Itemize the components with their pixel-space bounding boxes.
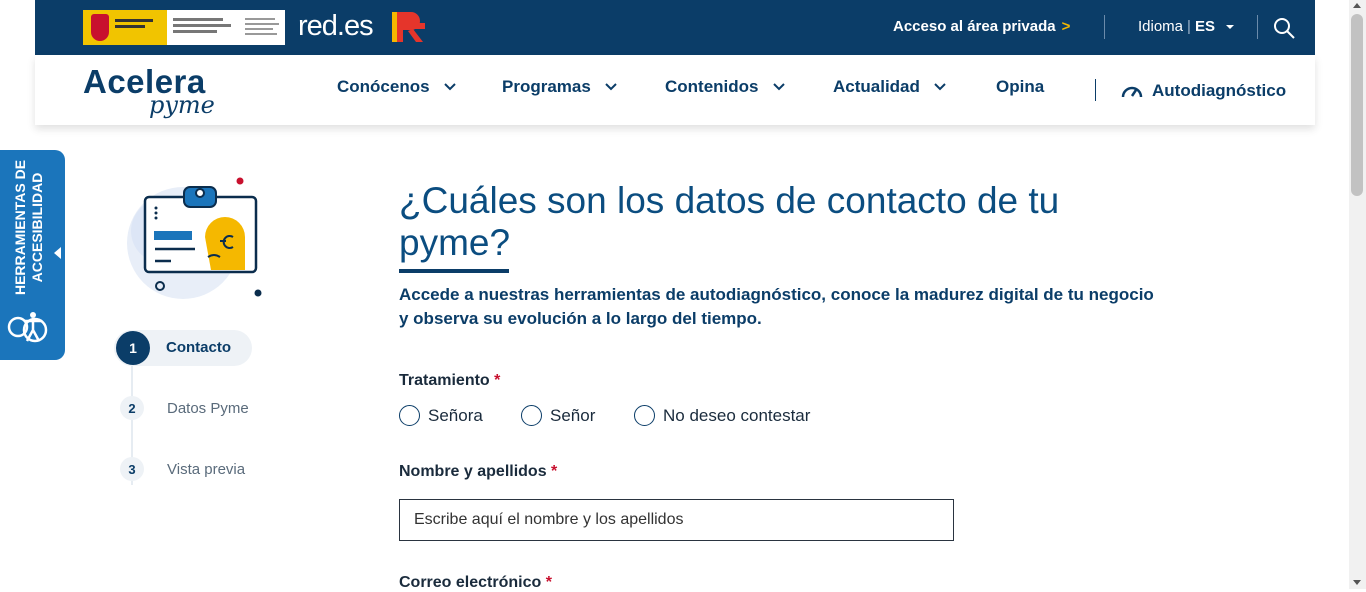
accessibility-icon: [7, 312, 48, 343]
language-selector[interactable]: Idioma | ES: [1138, 18, 1235, 35]
chevron-left-icon: [54, 247, 61, 259]
recovery-plan-logo: [392, 12, 425, 42]
radio-circle[interactable]: [634, 405, 655, 426]
step-contacto[interactable]: 1 Contacto: [114, 330, 252, 366]
main-navigation: Acelera pyme Conócenos Programas Conteni…: [35, 55, 1315, 125]
name-input[interactable]: [399, 499, 954, 541]
autodiagnostico-link[interactable]: Autodiagnóstico: [1120, 81, 1286, 101]
scroll-up-arrow-icon[interactable]: [1353, 3, 1361, 8]
divider: [1095, 79, 1096, 101]
page-scrollbar[interactable]: [1349, 0, 1366, 589]
email-label: Correo electrónico *: [399, 574, 552, 591]
divider: [1104, 15, 1105, 39]
search-icon[interactable]: [1272, 16, 1296, 40]
radio-circle[interactable]: [399, 405, 420, 426]
chevron-down-icon: [934, 83, 946, 91]
scrollbar-thumb[interactable]: [1351, 14, 1363, 196]
acelera-pyme-logo[interactable]: Acelera pyme: [83, 65, 215, 119]
chevron-down-icon: [443, 83, 456, 91]
top-bar: red.es Acceso al área privada > Idioma | ES: [35, 0, 1315, 55]
nav-item-conocenos[interactable]: Conócenos: [337, 77, 456, 97]
gauge-icon: [1121, 86, 1143, 98]
radio-senor[interactable]: Señor: [521, 405, 595, 426]
caret-down-icon: [1226, 25, 1235, 29]
redes-logo[interactable]: red.es: [298, 10, 374, 43]
chevron-down-icon: [605, 83, 617, 91]
treatment-label: Tratamiento *: [399, 372, 501, 389]
nav-item-programas[interactable]: Programas: [502, 77, 617, 97]
intro-text: Accede a nuestras herramientas de autodi…: [399, 285, 1154, 328]
scroll-down-arrow-icon[interactable]: [1353, 580, 1361, 585]
title-underline: [399, 269, 509, 273]
name-label: Nombre y apellidos *: [399, 463, 558, 480]
chevron-down-icon: [772, 83, 785, 91]
nav-item-actualidad[interactable]: Actualidad: [833, 77, 946, 97]
spain-government-emblem: [83, 10, 167, 45]
contact-card-illustration: [127, 177, 262, 299]
step-number-datos-pyme[interactable]: 2: [120, 396, 144, 420]
page-title: ¿Cuáles son los datos de contacto de tu …: [399, 180, 1060, 263]
accessibility-tools-tab[interactable]: HERRAMIENTAS DE ACCESIBILIDAD: [0, 150, 65, 360]
step-number-vista-previa[interactable]: 3: [120, 457, 144, 481]
nav-item-opina[interactable]: Opina: [996, 77, 1044, 97]
divider: [1257, 15, 1258, 39]
step-label-vista-previa[interactable]: Vista previa: [167, 461, 245, 478]
radio-senora[interactable]: Señora: [399, 405, 483, 426]
nav-item-contenidos[interactable]: Contenidos: [665, 77, 785, 97]
government-logo[interactable]: [83, 10, 285, 45]
chevron-right-icon: >: [1061, 18, 1071, 35]
radio-circle[interactable]: [521, 405, 542, 426]
private-area-link[interactable]: Acceso al área privada >: [893, 18, 1070, 35]
radio-no-contestar[interactable]: No deseo contestar: [634, 405, 810, 426]
step-label-datos-pyme[interactable]: Datos Pyme: [167, 400, 249, 417]
